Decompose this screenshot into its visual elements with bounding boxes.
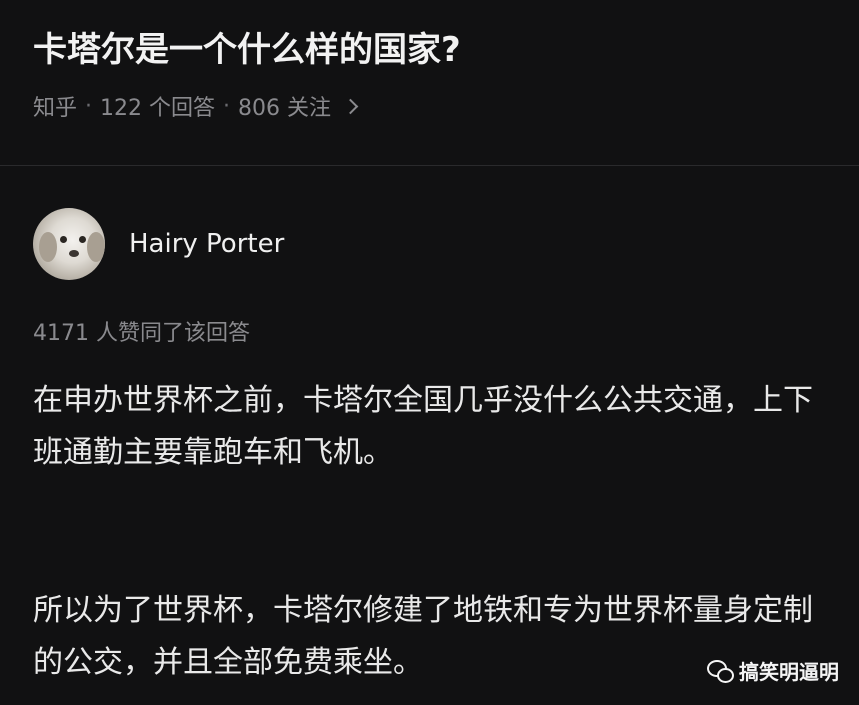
author-row[interactable]: Hairy Porter [33,208,284,280]
wechat-icon [707,659,734,683]
question-meta[interactable]: 知乎 · 122 个回答 · 806 关注 [33,90,359,122]
avatar-ear [39,232,57,262]
meta-separator: · [223,93,231,119]
chevron-right-icon[interactable] [342,98,359,114]
follower-count: 806 关注 [238,96,332,121]
answer-paragraph: 在申办世界杯之前，卡塔尔全国几乎没什么公共交通，上下班通勤主要靠跑车和飞机。 [33,383,813,470]
author-name[interactable]: Hairy Porter [129,229,284,259]
question-header: 卡塔尔是一个什么样的国家? 知乎 · 122 个回答 · 806 关注 [0,0,859,165]
vote-count: 4171 人赞同了该回答 [33,321,250,346]
watermark-text: 搞笑明逼明 [739,660,839,684]
watermark: 搞笑明逼明 [707,656,839,685]
avatar-eye [60,236,67,243]
meta-separator: · [85,93,93,119]
avatar-eye [79,236,86,243]
divider [0,165,859,166]
question-title[interactable]: 卡塔尔是一个什么样的国家? [33,22,461,71]
avatar-nose [69,250,79,257]
avatar-ear [87,232,105,262]
answer-count: 122 个回答 [100,96,216,121]
source-label: 知乎 [33,96,78,121]
avatar[interactable] [33,208,105,280]
